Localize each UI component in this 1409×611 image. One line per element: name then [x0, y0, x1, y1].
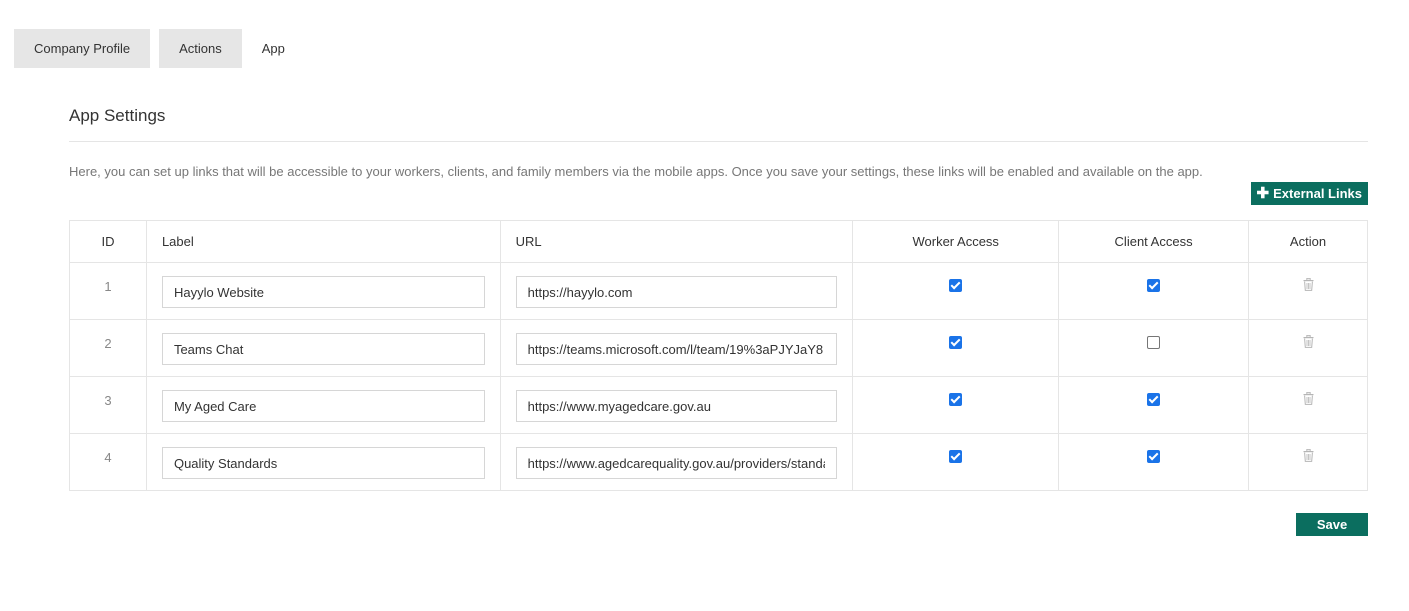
url-input[interactable]	[515, 276, 838, 308]
label-input[interactable]	[161, 390, 485, 422]
label-input[interactable]	[161, 447, 485, 479]
client-access-checkbox[interactable]	[1147, 279, 1161, 292]
label-input[interactable]	[161, 276, 485, 308]
table-row: 3	[69, 376, 1368, 434]
url-input[interactable]	[515, 333, 838, 365]
links-table: ID Label URL Worker Access Client Access…	[69, 220, 1368, 491]
trash-icon[interactable]	[1303, 449, 1314, 462]
add-external-link-button[interactable]: ✚ External Links	[1250, 182, 1368, 205]
header-action: Action	[1248, 220, 1368, 263]
table-row: 2	[69, 319, 1368, 377]
plus-icon: ✚	[1256, 185, 1270, 202]
client-access-checkbox[interactable]	[1147, 336, 1161, 349]
worker-access-checkbox[interactable]	[949, 336, 963, 349]
label-input[interactable]	[161, 333, 485, 365]
tab-company-profile[interactable]: Company Profile	[14, 29, 151, 68]
header-label: Label	[145, 220, 501, 263]
client-access-checkbox[interactable]	[1147, 450, 1161, 463]
url-input[interactable]	[515, 390, 838, 422]
row-id: 1	[69, 262, 147, 320]
tab-bar: Company Profile Actions App	[14, 29, 297, 68]
tab-actions[interactable]: Actions	[159, 29, 242, 68]
table-header-row: ID Label URL Worker Access Client Access…	[69, 220, 1368, 263]
header-id: ID	[69, 220, 147, 263]
url-input[interactable]	[515, 447, 838, 479]
page-title: App Settings	[69, 106, 166, 125]
header-url: URL	[499, 220, 854, 263]
save-button[interactable]: Save	[1296, 513, 1368, 536]
header-client-access: Client Access	[1058, 220, 1249, 263]
table-row: 1	[69, 262, 1368, 320]
worker-access-checkbox[interactable]	[949, 279, 963, 292]
worker-access-checkbox[interactable]	[949, 393, 963, 406]
external-links-label: External Links	[1273, 186, 1362, 201]
section-description: Here, you can set up links that will be …	[69, 164, 1203, 179]
header-worker-access: Worker Access	[852, 220, 1060, 263]
row-id: 4	[69, 433, 147, 491]
divider	[69, 141, 1368, 142]
table-body: 1 2	[69, 262, 1368, 491]
trash-icon[interactable]	[1303, 392, 1314, 405]
trash-icon[interactable]	[1303, 335, 1314, 348]
tab-app[interactable]: App	[251, 29, 297, 68]
row-id: 3	[69, 376, 147, 434]
row-id: 2	[69, 319, 147, 377]
worker-access-checkbox[interactable]	[949, 450, 963, 463]
client-access-checkbox[interactable]	[1147, 393, 1161, 406]
trash-icon[interactable]	[1303, 278, 1314, 291]
table-row: 4	[69, 433, 1368, 491]
